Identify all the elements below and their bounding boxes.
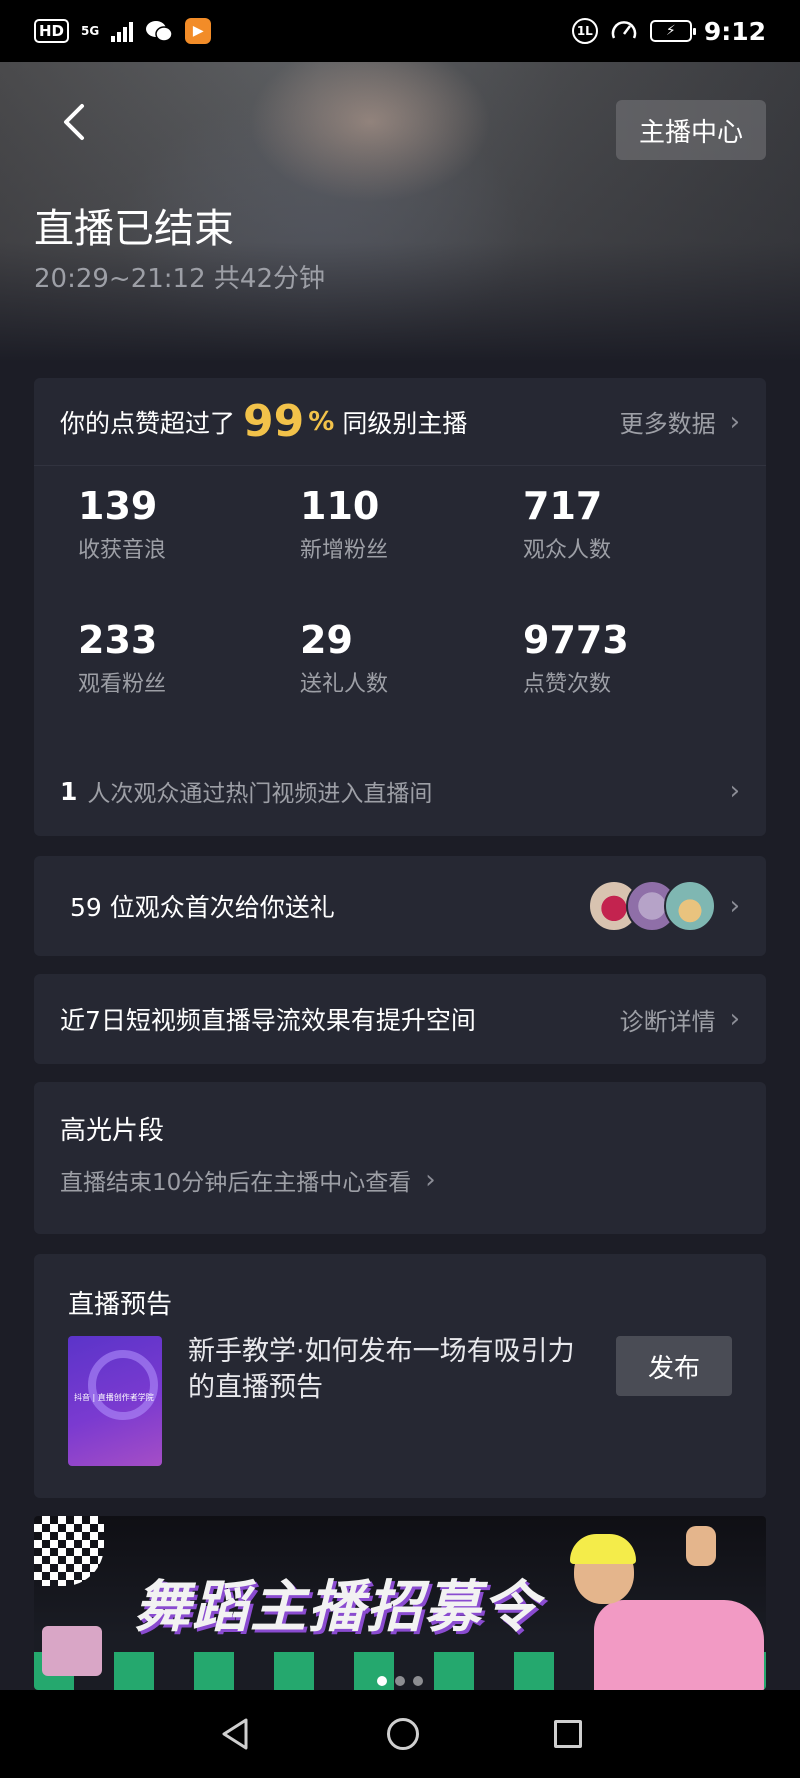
preview-description[interactable]: 新手教学·如何发布一场有吸引力的直播预告 (188, 1334, 578, 1406)
live-preview-card: 直播预告 抖音 | 直播创作者学院 新手教学·如何发布一场有吸引力的直播预告 发… (34, 1254, 766, 1498)
chevron-right-icon: › (729, 1004, 740, 1034)
stat-item: 233 观看粉丝 (78, 618, 166, 698)
stat-value: 139 (78, 484, 158, 528)
traffic-diagnosis-row[interactable]: 近7日短视频直播导流效果有提升空间 诊断详情 › (34, 974, 766, 1064)
diagnosis-details-label: 诊断详情 (619, 1007, 716, 1036)
stat-value: 233 (78, 618, 158, 662)
like-ranking-percent: 99 (243, 395, 305, 447)
preview-thumbnail[interactable]: 抖音 | 直播创作者学院 (68, 1336, 162, 1466)
diagnosis-details-link[interactable]: 诊断详情 › (620, 1002, 740, 1037)
stat-value: 717 (523, 484, 603, 528)
thumbnail-caption: 抖音 | 直播创作者学院 (74, 1393, 154, 1402)
speed-icon (611, 21, 637, 39)
nav-recents-icon[interactable] (554, 1720, 583, 1748)
wechat-icon (146, 21, 173, 42)
avatar (663, 880, 716, 932)
stat-item: 9773 点赞次数 (523, 618, 629, 698)
banner-title: 舞蹈主播招募令 (134, 1575, 540, 1640)
stat-value: 9773 (523, 618, 629, 662)
like-ranking-suffix: 同级别主播 (342, 408, 468, 438)
status-bar-left: HD 5G ▶ (34, 18, 212, 44)
dancer-hand (686, 1526, 716, 1566)
live-time-range: 20:29~21:12 共42分钟 (34, 264, 325, 294)
battery-icon: ⚡ (649, 20, 696, 42)
preview-title: 直播预告 (68, 1290, 173, 1320)
chevron-right-icon: › (729, 776, 740, 806)
live-stats-card: 你的点赞超过了 99 % 同级别主播 更多数据 › 139 收获音浪 110 新… (34, 378, 766, 836)
hot-video-text: 人次观众通过热门视频进入直播间 (87, 781, 433, 807)
disco-ball-decoration (34, 1516, 104, 1586)
percent-sign: % (308, 406, 335, 437)
stat-value: 110 (300, 484, 380, 528)
stat-item: 29 送礼人数 (300, 618, 388, 698)
app-notification-icon: ▶ (185, 18, 212, 44)
stat-label: 送礼人数 (300, 672, 389, 697)
page-title: 直播已结束 (34, 206, 234, 252)
carousel-indicator (34, 1676, 766, 1686)
gift-avatars (587, 880, 716, 932)
dancer-cap (570, 1534, 636, 1564)
first-gift-row[interactable]: 59 位观众首次给你送礼 › (34, 856, 766, 956)
data-saver-icon: 1L (571, 18, 598, 44)
chevron-right-icon: › (729, 891, 740, 921)
stat-label: 新增粉丝 (300, 538, 389, 563)
system-nav-bar (0, 1690, 800, 1778)
like-ranking-row: 你的点赞超过了 99 % 同级别主播 更多数据 › (34, 378, 766, 466)
chevron-right-icon: › (425, 1165, 436, 1195)
boombox-decoration (42, 1626, 102, 1676)
highlights-title: 高光片段 (60, 1116, 165, 1146)
chevron-left-icon[interactable] (56, 100, 90, 144)
anchor-center-button[interactable]: 主播中心 (616, 100, 766, 160)
diagnosis-text: 近7日短视频直播导流效果有提升空间 (60, 1006, 476, 1035)
stat-item: 139 收获音浪 (78, 484, 166, 564)
hd-badge: HD (34, 19, 70, 43)
nav-home-icon[interactable] (386, 1718, 419, 1750)
network-type-label: 5G (81, 24, 100, 38)
carousel-dot (413, 1676, 423, 1686)
stat-value: 29 (300, 618, 353, 662)
carousel-dot (377, 1676, 387, 1686)
dance-recruit-banner[interactable]: 舞蹈主播招募令 (34, 1516, 766, 1690)
highlights-subtitle: 直播结束10分钟后在主播中心查看 (60, 1170, 412, 1196)
stat-label: 观众人数 (523, 538, 612, 563)
hot-video-entry-row[interactable]: 1 人次观众通过热门视频进入直播间 › (60, 762, 740, 820)
status-bar: HD 5G ▶ 1L ⚡ 9:12 (0, 0, 800, 62)
publish-button[interactable]: 发布 (616, 1336, 732, 1396)
stat-label: 观看粉丝 (78, 672, 167, 697)
highlights-card[interactable]: 高光片段 直播结束10分钟后在主播中心查看 › (34, 1082, 766, 1234)
more-data-link[interactable]: 更多数据 › (620, 404, 740, 439)
carousel-dot (395, 1676, 405, 1686)
nav-back-icon[interactable] (218, 1716, 252, 1752)
clock-time: 9:12 (703, 16, 766, 46)
highlights-subtitle-row: 直播结束10分钟后在主播中心查看 › (60, 1163, 740, 1197)
more-data-label: 更多数据 (619, 410, 716, 438)
chevron-right-icon: › (729, 406, 740, 437)
first-gift-text: 59 位观众首次给你送礼 (70, 893, 335, 922)
like-ranking-prefix: 你的点赞超过了 (60, 408, 236, 438)
stat-item: 717 观众人数 (523, 484, 611, 564)
stat-label: 点赞次数 (523, 672, 612, 697)
thumbnail-logo-shape (88, 1350, 158, 1420)
status-bar-right: 1L ⚡ 9:12 (571, 16, 766, 46)
signal-icon (111, 20, 134, 42)
stat-label: 收获音浪 (78, 538, 167, 563)
hot-video-count: 1 (60, 776, 78, 806)
stat-item: 110 新增粉丝 (300, 484, 388, 564)
